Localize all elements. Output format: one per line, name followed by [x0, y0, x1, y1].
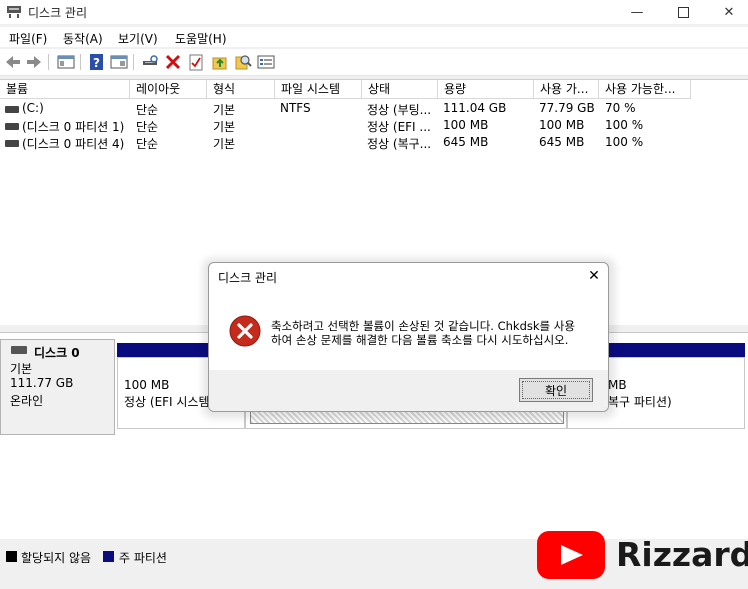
table-cell: (C:) [22, 101, 44, 115]
legend-label-unallocated: 할당되지 않음 [21, 551, 92, 565]
table-cell: 100 % [605, 118, 644, 132]
search-icon[interactable] [234, 53, 252, 71]
dialog-message-line-2: 하여 손상 문제를 해결한 다음 볼륨 축소를 다시 시도하십시오. [271, 333, 569, 347]
table-cell: (디스크 0 파티션 4) [22, 137, 125, 151]
column-header-type[interactable]: 형식 [207, 80, 275, 99]
table-cell: (디스크 0 파티션 1) [22, 120, 125, 134]
table-cell: 단순 [136, 120, 159, 134]
table-cell: 100 MB [539, 118, 585, 132]
legend-swatch-unallocated [6, 551, 17, 562]
table-cell: 기본 [213, 120, 236, 134]
table-cell: 단순 [136, 137, 159, 151]
legend-swatch-primary [103, 551, 114, 562]
error-icon [229, 315, 261, 347]
details-pane-icon[interactable] [110, 53, 128, 71]
partition-status: 복구 파티션) [608, 395, 672, 409]
console-tree-icon[interactable] [57, 53, 75, 71]
partition-size: 100 MB [124, 378, 170, 392]
column-header-file-system[interactable]: 파일 시스템 [275, 80, 362, 99]
maximize-icon [677, 6, 689, 18]
toolbar-separator [48, 54, 49, 70]
up-folder-icon[interactable] [211, 53, 229, 71]
column-header-percent-free[interactable]: 사용 가능한... [599, 80, 691, 99]
menu-bar [0, 27, 748, 47]
disk-name: 디스크 0 [34, 346, 80, 360]
table-cell: 645 MB [539, 135, 585, 149]
disk-info-box[interactable]: 디스크 0 기본 111.77 GB 온라인 [0, 339, 115, 435]
close-icon: ✕ [588, 268, 600, 284]
table-cell: 기본 [213, 137, 236, 151]
menu-view[interactable]: 보기(V) [118, 30, 158, 47]
help-icon[interactable]: ? [88, 53, 106, 71]
error-dialog: 디스크 관리 ✕ 축소하려고 선택한 볼륨이 손상된 것 같습니다. Chkds… [208, 262, 609, 412]
properties-icon[interactable] [187, 53, 205, 71]
column-header-volume[interactable]: 볼륨 [0, 80, 130, 99]
table-cell: 기본 [213, 103, 236, 117]
column-header-free-space[interactable]: 사용 가... [534, 80, 599, 99]
table-cell: 정상 (EFI ... [367, 120, 431, 134]
export-list-icon[interactable] [257, 53, 275, 71]
connect-icon[interactable] [141, 53, 159, 71]
table-cell: 77.79 GB [539, 101, 595, 115]
back-arrow-icon[interactable] [4, 53, 22, 71]
volume-icon [5, 123, 19, 130]
legend-label-primary: 주 파티션 [119, 551, 167, 565]
table-cell: 정상 (부팅... [367, 103, 432, 117]
table-cell: 111.04 GB [443, 101, 507, 115]
table-cell: 100 % [605, 135, 644, 149]
menu-file[interactable]: 파일(F) [9, 30, 47, 47]
table-cell: 645 MB [443, 135, 489, 149]
ok-button[interactable]: 확인 [519, 378, 593, 402]
partition-status: 정상 (EFI 시스템 [124, 395, 210, 409]
table-cell: 단순 [136, 103, 159, 117]
window-title: 디스크 관리 [28, 6, 88, 20]
close-icon: ✕ [723, 4, 735, 20]
column-header-layout[interactable]: 레이아웃 [130, 80, 207, 99]
column-header-status[interactable]: 상태 [362, 80, 438, 99]
table-cell: 70 % [605, 101, 636, 115]
toolbar-separator [80, 54, 81, 70]
menu-action[interactable]: 동작(A) [63, 30, 103, 47]
svg-text:?: ? [93, 56, 100, 70]
maximize-button[interactable] [660, 0, 706, 24]
menu-help[interactable]: 도움말(H) [175, 30, 227, 47]
disk-status: 온라인 [10, 394, 44, 408]
disk-management-app-icon [7, 6, 21, 18]
minimize-icon: — [630, 4, 644, 20]
column-header-capacity[interactable]: 용량 [438, 80, 534, 99]
forward-arrow-icon[interactable] [25, 53, 43, 71]
disk-icon [11, 346, 27, 354]
minimize-button[interactable]: — [614, 0, 660, 24]
volume-icon [5, 140, 19, 147]
youtube-logo-icon [537, 531, 605, 579]
dialog-title: 디스크 관리 [218, 271, 278, 285]
toolbar-separator [133, 54, 134, 70]
dialog-close-button[interactable]: ✕ [582, 265, 606, 287]
disk-type: 기본 [10, 362, 33, 376]
table-cell: 정상 (복구... [367, 137, 432, 151]
disk-size: 111.77 GB [10, 376, 74, 390]
close-window-button[interactable]: ✕ [706, 0, 748, 24]
table-cell: NTFS [280, 101, 311, 115]
watermark-text: Rizzardo [616, 535, 748, 574]
volume-icon [5, 106, 19, 113]
delete-icon[interactable] [164, 53, 182, 71]
table-cell: 100 MB [443, 118, 489, 132]
